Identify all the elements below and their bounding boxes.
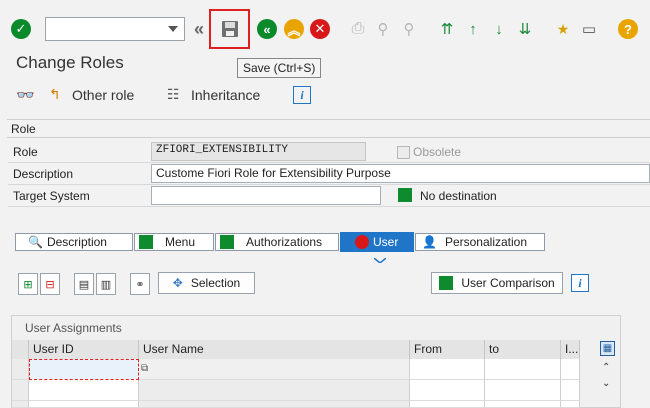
description-field[interactable]: Custome Fiori Role for Extensibility Pur… bbox=[151, 164, 650, 183]
back-icon[interactable]: « bbox=[256, 18, 278, 40]
role-label: Role bbox=[13, 145, 38, 159]
other-role-icon[interactable]: ↰ bbox=[49, 86, 61, 103]
role-field[interactable]: ZFIORI_EXTENSIBILITY bbox=[151, 142, 366, 161]
role-group-label: Role bbox=[11, 122, 36, 136]
inheritance-icon[interactable]: ☷ bbox=[167, 86, 180, 103]
page-title: Change Roles bbox=[16, 53, 124, 72]
cancel-icon[interactable]: ✕ bbox=[309, 18, 331, 40]
obsolete-checkbox[interactable] bbox=[397, 146, 410, 159]
select-all-icon[interactable]: ▤ bbox=[74, 273, 94, 295]
green-status-icon bbox=[139, 235, 153, 249]
group-divider bbox=[7, 137, 650, 138]
status-green-icon bbox=[398, 188, 412, 202]
to-date-input[interactable] bbox=[485, 401, 561, 408]
deselect-all-icon[interactable]: ▥ bbox=[96, 273, 116, 295]
user-id-input[interactable] bbox=[29, 380, 139, 401]
user-id-input[interactable] bbox=[29, 401, 139, 408]
previous-page-icon[interactable]: ↑ bbox=[462, 18, 484, 40]
info-icon[interactable]: i bbox=[293, 86, 311, 104]
tab-personalization[interactable]: 👤 Personalization bbox=[415, 233, 545, 251]
personalization-tab-icon: 👤 bbox=[422, 235, 437, 249]
inheritance-button[interactable]: Inheritance bbox=[191, 87, 260, 103]
save-icon[interactable] bbox=[219, 18, 241, 40]
user-comparison-label: User Comparison bbox=[461, 276, 555, 290]
selection-icon: ✥ bbox=[172, 276, 183, 290]
to-date-input[interactable] bbox=[485, 380, 561, 401]
column-header-indicator[interactable]: I... bbox=[561, 340, 580, 359]
tab-personalization-label: Personalization bbox=[444, 235, 528, 249]
save-tooltip: Save (Ctrl+S) bbox=[237, 58, 322, 78]
no-destination-label: No destination bbox=[420, 189, 497, 203]
tab-description-label: Description bbox=[46, 235, 107, 249]
red-status-icon bbox=[355, 235, 369, 249]
chevron-down-icon[interactable] bbox=[168, 26, 178, 32]
row-divider bbox=[8, 184, 650, 185]
group-divider bbox=[7, 119, 650, 120]
tab-user[interactable]: User bbox=[340, 232, 414, 252]
user-id-input[interactable] bbox=[29, 359, 139, 380]
shortcut-icon[interactable]: ▭ bbox=[578, 18, 600, 40]
column-header-user-name[interactable]: User Name bbox=[139, 340, 410, 359]
from-date-input[interactable] bbox=[410, 359, 485, 380]
new-session-icon[interactable]: ★ bbox=[552, 18, 574, 40]
row-selector[interactable] bbox=[12, 401, 29, 408]
column-header-from[interactable]: From bbox=[410, 340, 485, 359]
target-system-label: Target System bbox=[13, 189, 90, 203]
display-change-icon[interactable]: 👓 bbox=[16, 86, 35, 104]
description-tab-icon: 🔍 bbox=[28, 235, 43, 249]
row-selector[interactable] bbox=[12, 380, 29, 401]
find-icon[interactable]: ⚲ bbox=[372, 18, 394, 40]
row-divider bbox=[8, 162, 650, 163]
table-settings-icon[interactable]: ▦ bbox=[600, 341, 615, 356]
user-assignments-label: User Assignments bbox=[25, 321, 122, 335]
active-tab-indicator bbox=[373, 252, 387, 264]
insert-row-icon[interactable]: ⊞ bbox=[18, 273, 38, 295]
user-name-cell bbox=[139, 380, 410, 401]
from-date-input[interactable] bbox=[410, 380, 485, 401]
status-green-icon bbox=[439, 276, 454, 290]
collapse-arrows-icon[interactable]: « bbox=[188, 18, 210, 40]
details-icon[interactable]: ⚭ bbox=[130, 273, 150, 295]
from-date-input[interactable] bbox=[410, 401, 485, 408]
tab-authorizations[interactable]: Authorizations bbox=[215, 233, 339, 251]
row-selector[interactable] bbox=[12, 359, 29, 380]
green-status-icon bbox=[220, 235, 234, 249]
last-page-icon[interactable]: ⇊ bbox=[514, 18, 536, 40]
user-name-cell bbox=[139, 359, 410, 380]
scroll-down-icon[interactable]: ⌄ bbox=[602, 378, 610, 389]
indicator-cell[interactable] bbox=[561, 359, 580, 380]
print-icon[interactable]: ⎙ bbox=[347, 18, 369, 40]
selection-button-label: Selection bbox=[190, 276, 241, 290]
tab-user-label: User bbox=[373, 235, 399, 249]
user-comparison-button[interactable]: User Comparison bbox=[431, 272, 563, 294]
next-page-icon[interactable]: ↓ bbox=[488, 18, 510, 40]
exit-icon[interactable]: ︽ bbox=[283, 18, 305, 40]
other-role-button[interactable]: Other role bbox=[72, 87, 134, 103]
tab-menu[interactable]: Menu bbox=[134, 233, 214, 251]
tab-menu-label: Menu bbox=[165, 235, 196, 249]
delete-row-icon[interactable]: ⊟ bbox=[40, 273, 60, 295]
command-field[interactable] bbox=[45, 17, 185, 41]
row-divider bbox=[8, 206, 650, 207]
column-header-to[interactable]: to bbox=[485, 340, 561, 359]
to-date-input[interactable] bbox=[485, 359, 561, 380]
indicator-cell[interactable] bbox=[561, 401, 580, 408]
help-icon[interactable]: ? bbox=[617, 18, 639, 40]
enter-icon[interactable]: ✓ bbox=[10, 18, 32, 40]
first-page-icon[interactable]: ⇈ bbox=[436, 18, 458, 40]
row-selector-header[interactable] bbox=[12, 340, 29, 359]
tab-description[interactable]: 🔍 Description bbox=[15, 233, 133, 251]
tab-authorizations-label: Authorizations bbox=[246, 235, 323, 249]
find-next-icon[interactable]: ⚲ bbox=[398, 18, 420, 40]
target-system-field[interactable] bbox=[151, 186, 381, 205]
scroll-up-icon[interactable]: ⌃ bbox=[602, 362, 610, 373]
indicator-cell[interactable] bbox=[561, 380, 580, 401]
description-label: Description bbox=[13, 167, 74, 181]
selection-button[interactable]: ✥ Selection bbox=[158, 272, 255, 294]
column-header-user-id[interactable]: User ID bbox=[29, 340, 139, 359]
info-icon[interactable]: i bbox=[571, 274, 589, 292]
user-name-cell bbox=[139, 401, 410, 408]
obsolete-label: Obsolete bbox=[413, 145, 462, 159]
